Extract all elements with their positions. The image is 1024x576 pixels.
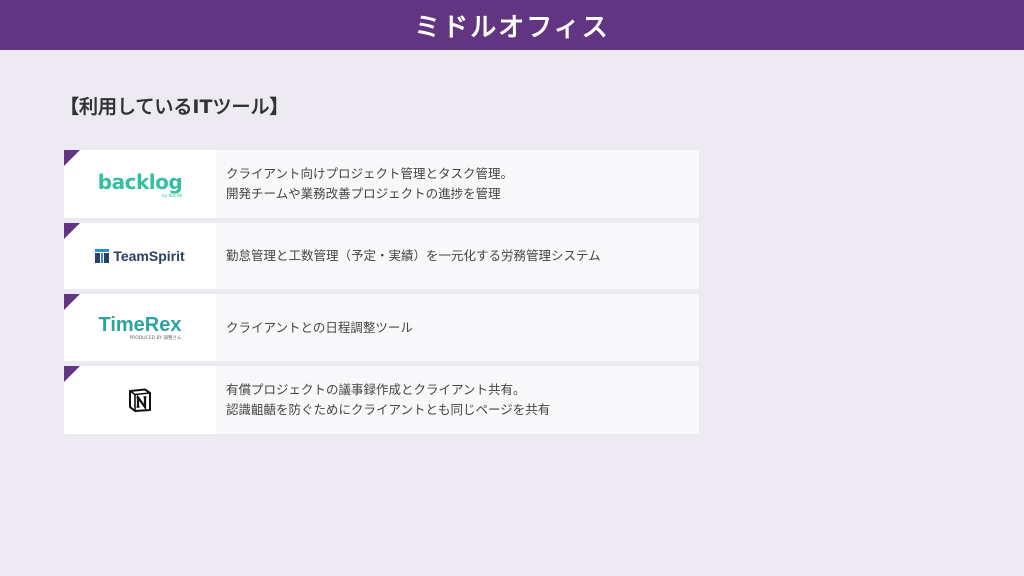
corner-accent [64,294,80,310]
teamspirit-wordmark: TeamSpirit [113,248,185,264]
teamspirit-icon [95,249,110,263]
tool-row-notion: 有償プロジェクトの議事録作成とクライアント共有。 認識齟齬を防ぐためにクライアン… [64,366,699,434]
logo-cell: TimeRex PRODUCED BY 調整さん [64,294,216,361]
tool-description: 勤怠管理と工数管理（予定・実績）を一元化する労務管理システム [216,223,699,289]
description-line: 認識齟齬を防ぐためにクライアントとも同じページを共有 [226,402,551,417]
backlog-subtext: by NULAB [162,192,183,198]
section-title: 【利用しているITツール】 [60,96,289,118]
page-title: ミドルオフィス [414,12,610,43]
logo-cell [64,366,216,434]
timerex-wordmark: TimeRex [98,313,182,336]
logo-cell: backlog by NULAB [64,150,216,218]
timerex-subtext: PRODUCED BY 調整さん [129,335,182,341]
tool-description: クライアントとの日程調整ツール [216,294,699,361]
corner-accent [64,366,80,382]
tool-row-timerex: TimeRex PRODUCED BY 調整さん クライアントとの日程調整ツール [64,294,699,361]
tool-list: backlog by NULAB クライアント向けプロジェクト管理とタスク管理。… [64,150,699,439]
backlog-wordmark: backlog [97,169,183,194]
description-line: 有償プロジェクトの議事録作成とクライアント共有。 [226,382,526,397]
corner-accent [64,223,80,239]
tool-row-teamspirit: TeamSpirit 勤怠管理と工数管理（予定・実績）を一元化する労務管理システ… [64,223,699,289]
teamspirit-logo: TeamSpirit [95,248,185,264]
tool-row-backlog: backlog by NULAB クライアント向けプロジェクト管理とタスク管理。… [64,150,699,218]
header-bar: ミドルオフィス [0,0,1024,50]
description-line: クライアントとの日程調整ツール [226,319,413,335]
backlog-logo: backlog by NULAB [97,169,183,198]
timerex-logo: TimeRex PRODUCED BY 調整さん [98,314,181,342]
logo-cell: TeamSpirit [64,223,216,289]
tool-description: クライアント向けプロジェクト管理とタスク管理。 開発チームや業務改善プロジェクト… [216,150,699,218]
corner-accent [64,150,80,166]
description-line: 勤怠管理と工数管理（予定・実績）を一元化する労務管理システム [226,248,601,263]
description-line: 開発チームや業務改善プロジェクトの進捗を管理 [226,186,501,201]
tool-description: 有償プロジェクトの議事録作成とクライアント共有。 認識齟齬を防ぐためにクライアン… [216,366,699,434]
notion-icon [129,388,151,412]
description-line: クライアント向けプロジェクト管理とタスク管理。 [226,166,514,181]
